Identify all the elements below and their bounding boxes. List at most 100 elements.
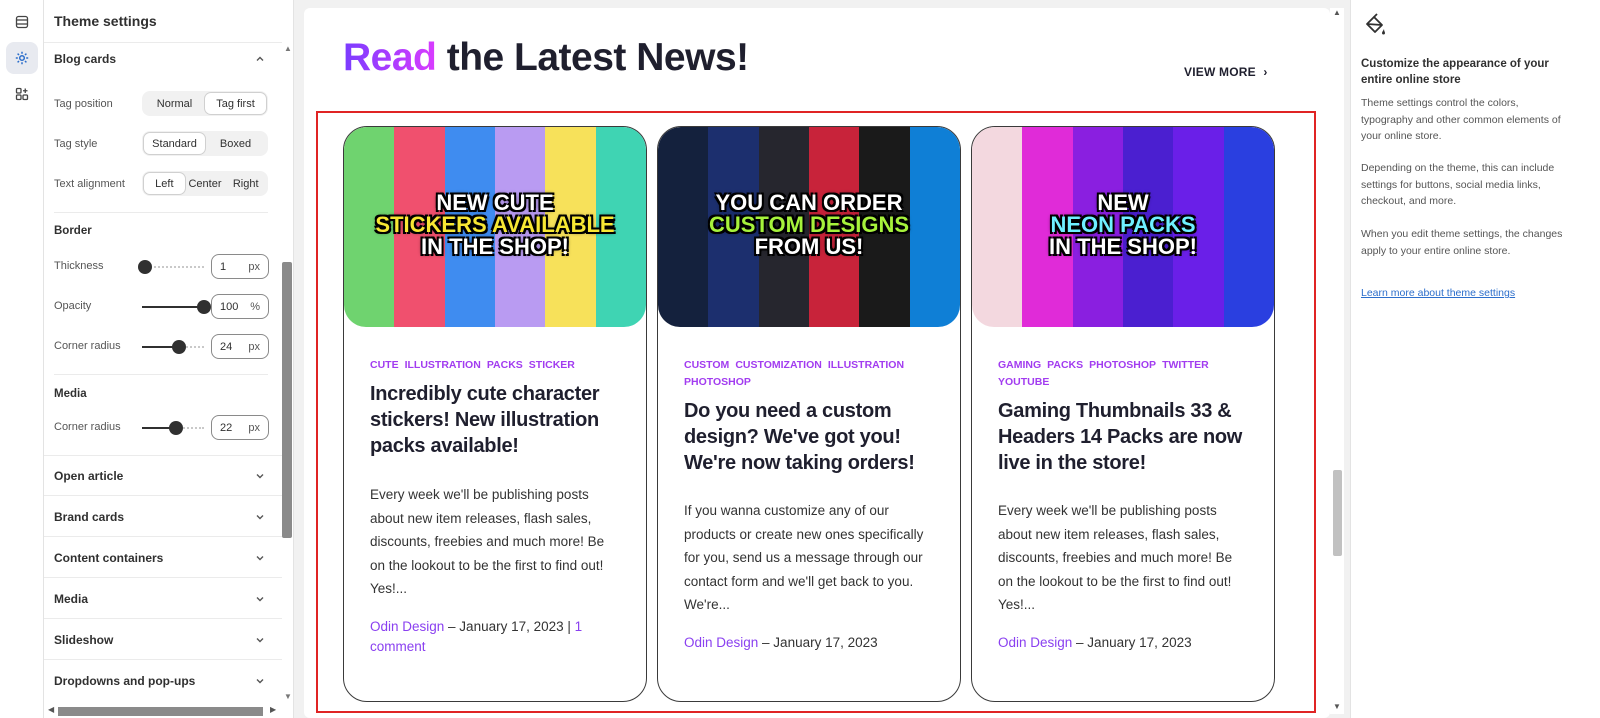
- card-tags: CUTE ILLUSTRATION PACKS STICKER: [370, 357, 620, 374]
- slider-knob[interactable]: [169, 421, 184, 435]
- scroll-up-arrow[interactable]: ▲: [284, 44, 292, 53]
- opacity-slider[interactable]: [142, 300, 211, 314]
- gear-icon[interactable]: [6, 42, 38, 74]
- tag[interactable]: PACKS: [1047, 357, 1083, 374]
- section-media[interactable]: Media: [54, 592, 266, 606]
- card-excerpt: If you wanna customize any of our produc…: [684, 503, 924, 612]
- apps-icon[interactable]: [6, 78, 38, 110]
- tag[interactable]: ILLUSTRATION: [828, 357, 904, 374]
- slider-knob[interactable]: [138, 260, 153, 274]
- divider: [44, 618, 282, 619]
- panel-scroll-thumb[interactable]: [282, 262, 292, 538]
- media-corner-radius-label: Corner radius: [54, 421, 121, 433]
- divider: [44, 42, 282, 43]
- thickness-unit: px: [248, 260, 260, 273]
- card-title[interactable]: Gaming Thumbnails 33 & Headers 14 Packs …: [998, 398, 1248, 476]
- card-title[interactable]: Incredibly cute character stickers! New …: [370, 381, 620, 459]
- horizontal-scroll-thumb[interactable]: [58, 707, 263, 716]
- author-link[interactable]: Odin Design: [370, 619, 444, 634]
- section-open-article[interactable]: Open article: [54, 469, 266, 483]
- store-preview: Read the Latest News! VIEW MORE › NEW CU…: [304, 8, 1330, 718]
- section-blog-cards[interactable]: Blog cards: [54, 52, 266, 66]
- learn-more-link[interactable]: Learn more about theme settings: [1361, 287, 1515, 299]
- image-headline: NEW CUTE STICKERS AVAILABLE IN THE SHOP!: [344, 192, 646, 258]
- corner-radius-input[interactable]: 24 px: [211, 334, 269, 359]
- slider-knob[interactable]: [197, 300, 211, 314]
- view-more-link[interactable]: VIEW MORE ›: [1184, 65, 1268, 79]
- section-label: Media: [54, 592, 89, 606]
- scroll-right-arrow[interactable]: ▶: [270, 705, 276, 714]
- tag[interactable]: TWITTER: [1162, 357, 1209, 374]
- card-title[interactable]: Do you need a custom design? We've got y…: [684, 398, 934, 476]
- corner-radius-unit: px: [248, 340, 260, 353]
- theme-settings-panel: Theme settings Blog cards Tag position N…: [44, 0, 294, 718]
- blog-card[interactable]: NEW NEON PACKS IN THE SHOP! GAMING PACKS P…: [971, 126, 1275, 702]
- scroll-down-arrow[interactable]: ▼: [284, 692, 292, 701]
- tag[interactable]: CUSTOM: [684, 357, 729, 374]
- author-link[interactable]: Odin Design: [684, 635, 758, 650]
- section-dropdowns-popups[interactable]: Dropdowns and pop-ups: [54, 674, 266, 688]
- author-link[interactable]: Odin Design: [998, 635, 1072, 650]
- section-brand-cards[interactable]: Brand cards: [54, 510, 266, 524]
- blog-card[interactable]: YOU CAN ORDER CUSTOM DESIGNS FROM US! CU…: [657, 126, 961, 702]
- card-image[interactable]: NEW NEON PACKS IN THE SHOP!: [972, 127, 1274, 327]
- thickness-input[interactable]: 1 px: [211, 254, 269, 279]
- post-date: – January 17, 2023 |: [444, 619, 575, 634]
- card-meta: Odin Design – January 17, 2023 | 1 comme…: [370, 617, 620, 657]
- image-line: NEON PACKS: [1050, 212, 1196, 237]
- tag[interactable]: GAMING: [998, 357, 1041, 374]
- tag-position-normal[interactable]: Normal: [144, 93, 205, 114]
- info-panel: Customize the appearance of your entire …: [1350, 0, 1600, 718]
- text-alignment-left[interactable]: Left: [144, 173, 185, 194]
- sections-icon[interactable]: [6, 6, 38, 38]
- thickness-label: Thickness: [54, 260, 104, 272]
- news-heading-highlight: Read: [343, 36, 437, 79]
- section-label: Slideshow: [54, 633, 114, 647]
- tag[interactable]: PHOTOSHOP: [684, 374, 751, 391]
- chevron-down-icon: [256, 638, 264, 643]
- section-slideshow[interactable]: Slideshow: [54, 633, 266, 647]
- blog-card[interactable]: NEW CUTE STICKERS AVAILABLE IN THE SHOP!…: [343, 126, 647, 702]
- tag[interactable]: PACKS: [487, 357, 523, 374]
- tag[interactable]: CUSTOMIZATION: [735, 357, 822, 374]
- scroll-up-arrow[interactable]: ▲: [1333, 8, 1341, 17]
- news-heading: Read the Latest News!: [343, 36, 749, 80]
- scroll-left-arrow[interactable]: ◀: [48, 705, 54, 714]
- card-image[interactable]: NEW CUTE STICKERS AVAILABLE IN THE SHOP!: [344, 127, 646, 327]
- section-content-containers[interactable]: Content containers: [54, 551, 266, 565]
- card-tags: CUSTOM CUSTOMIZATION ILLUSTRATION PHOTOSHOP: [684, 357, 934, 391]
- media-corner-radius-input[interactable]: 22 px: [211, 415, 269, 440]
- preview-scroll-thumb[interactable]: [1333, 470, 1342, 556]
- slider-knob[interactable]: [172, 340, 187, 354]
- panel-horizontal-scrollbar[interactable]: ◀ ▶: [44, 704, 282, 718]
- tag-style-standard[interactable]: Standard: [144, 133, 205, 154]
- image-line: NEW: [1097, 190, 1149, 215]
- card-excerpt: Every week we'll be publishing posts abo…: [370, 487, 605, 596]
- thickness-slider[interactable]: [138, 260, 204, 274]
- border-heading: Border: [54, 225, 92, 237]
- section-label: Dropdowns and pop-ups: [54, 674, 196, 688]
- divider: [44, 536, 282, 537]
- tag[interactable]: ILLUSTRATION: [405, 357, 481, 374]
- tag[interactable]: STICKER: [529, 357, 575, 374]
- tag[interactable]: YOUTUBE: [998, 374, 1049, 391]
- text-alignment-center[interactable]: Center: [185, 173, 226, 194]
- card-image[interactable]: YOU CAN ORDER CUSTOM DESIGNS FROM US!: [658, 127, 960, 327]
- section-label: Open article: [54, 469, 124, 483]
- tag-position-tag-first[interactable]: Tag first: [205, 93, 266, 114]
- media-corner-radius-slider[interactable]: [142, 421, 204, 435]
- tag[interactable]: PHOTOSHOP: [1089, 357, 1156, 374]
- tag-style-boxed[interactable]: Boxed: [205, 133, 266, 154]
- panel-title: Theme settings: [54, 13, 157, 29]
- corner-radius-label: Corner radius: [54, 340, 121, 352]
- opacity-input[interactable]: 100 %: [211, 294, 269, 319]
- view-more-label: VIEW MORE: [1184, 65, 1256, 79]
- scroll-down-arrow[interactable]: ▼: [1333, 702, 1341, 711]
- tag[interactable]: CUTE: [370, 357, 399, 374]
- preview-scrollbar[interactable]: ▲ ▼: [1330, 8, 1344, 714]
- divider: [44, 455, 282, 456]
- text-alignment-right[interactable]: Right: [225, 173, 266, 194]
- info-paragraph: Theme settings control the colors, typog…: [1361, 97, 1561, 142]
- chevron-right-icon: ›: [1263, 65, 1268, 79]
- corner-radius-slider[interactable]: [142, 340, 204, 354]
